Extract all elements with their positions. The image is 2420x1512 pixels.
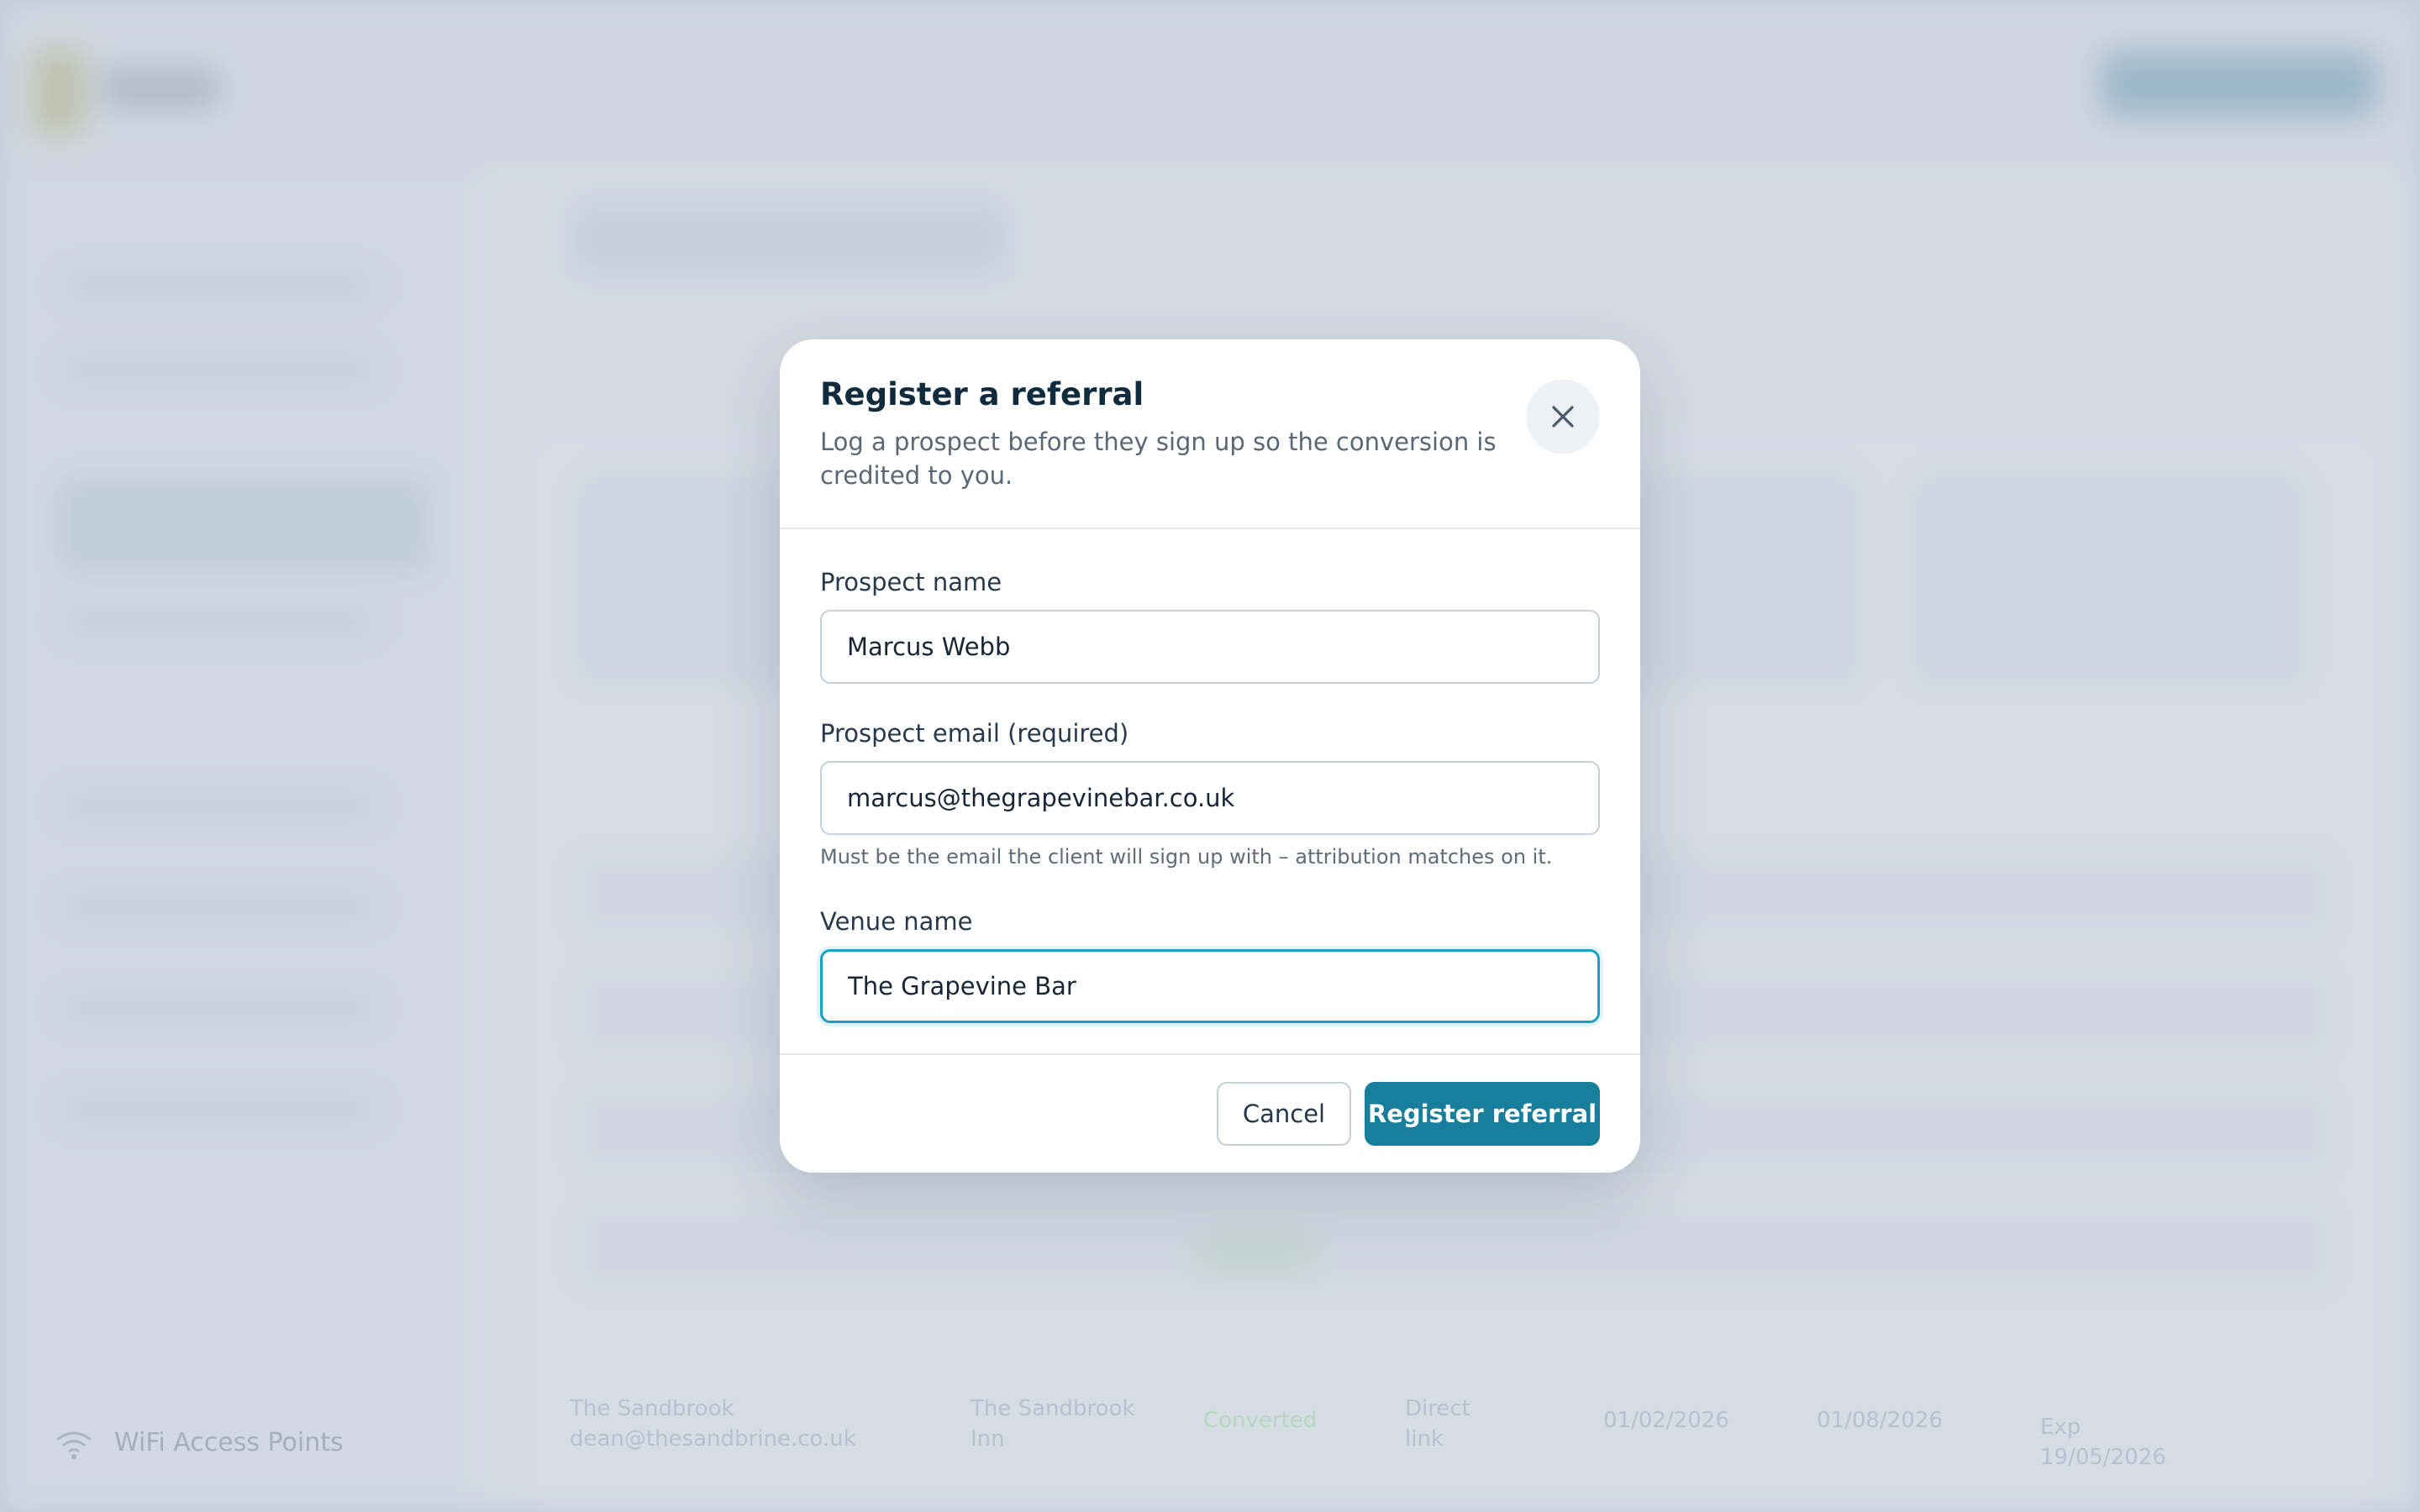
row-source-type: link xyxy=(1405,1426,1444,1452)
prospect-email-input[interactable] xyxy=(820,761,1600,835)
row-expiry-date: 19/05/2026 xyxy=(2040,1445,2166,1470)
row-date-registered: 01/02/2026 xyxy=(1603,1408,1729,1433)
row-source: Direct xyxy=(1405,1396,1470,1421)
status-badge: Converted xyxy=(1203,1408,1318,1433)
prospect-email-label: Prospect email (required) xyxy=(820,719,1129,748)
venue-name-input[interactable] xyxy=(820,949,1600,1023)
wifi-icon xyxy=(56,1431,92,1459)
row-venue-type: Inn xyxy=(971,1426,1005,1452)
sidebar-item-wifi-access-points[interactable]: WiFi Access Points xyxy=(114,1428,344,1457)
row-venue: The Sandbrook xyxy=(971,1396,1135,1421)
row-name: The Sandbrook xyxy=(570,1396,734,1421)
dialog-header: Register a referral Log a prospect befor… xyxy=(780,339,1640,529)
prospect-name-label: Prospect name xyxy=(820,568,1002,596)
close-button[interactable] xyxy=(1526,380,1600,454)
cancel-button[interactable]: Cancel xyxy=(1217,1082,1351,1146)
row-email: dean@thesandbrine.co.uk xyxy=(570,1426,856,1452)
register-referral-button[interactable]: Register referral xyxy=(1365,1082,1600,1146)
register-referral-dialog: Register a referral Log a prospect befor… xyxy=(780,339,1640,1173)
venue-name-label: Venue name xyxy=(820,907,973,936)
dialog-title: Register a referral xyxy=(820,376,1144,412)
close-icon xyxy=(1552,406,1574,428)
dialog-footer: Cancel Register referral xyxy=(780,1053,1640,1173)
row-expiry-label: Exp xyxy=(2040,1415,2081,1440)
prospect-name-input[interactable] xyxy=(820,610,1600,684)
prospect-email-hint: Must be the email the client will sign u… xyxy=(820,845,1553,869)
row-date-converted: 01/08/2026 xyxy=(1817,1408,1943,1433)
dialog-subtitle: Log a prospect before they sign up so th… xyxy=(820,428,1497,490)
